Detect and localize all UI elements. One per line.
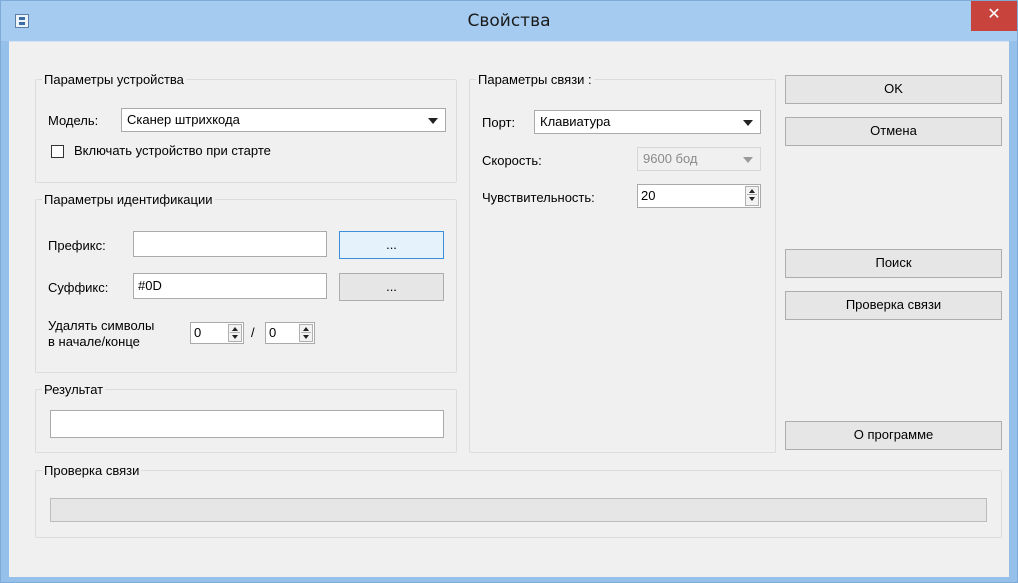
suffix-label: Суффикс:: [48, 280, 109, 295]
prefix-input[interactable]: [133, 231, 327, 257]
strip-start-spinner[interactable]: 0: [190, 322, 244, 344]
port-label: Порт:: [482, 115, 516, 130]
start-checkbox[interactable]: [51, 145, 64, 158]
chevron-down-icon: [743, 157, 753, 163]
about-button[interactable]: О программе: [785, 421, 1002, 450]
suffix-browse-button[interactable]: ...: [339, 273, 444, 301]
model-label: Модель:: [48, 113, 99, 128]
speed-value: 9600 бод: [643, 151, 698, 166]
search-button[interactable]: Поиск: [785, 249, 1002, 278]
sensitivity-spinner[interactable]: 20: [637, 184, 761, 208]
chevron-down-icon: [428, 118, 438, 124]
prefix-label: Префикс:: [48, 238, 106, 253]
cancel-button[interactable]: Отмена: [785, 117, 1002, 146]
speed-label: Скорость:: [482, 153, 542, 168]
check-group-label: Проверка связи: [42, 463, 142, 478]
check-progress-bar: [50, 498, 987, 522]
ok-button[interactable]: OK: [785, 75, 1002, 104]
spin-arrows-icon[interactable]: [299, 324, 313, 342]
device-group-label: Параметры устройства: [42, 72, 186, 87]
strip-separator: /: [251, 325, 255, 340]
model-value: Сканер штрихкода: [127, 112, 240, 127]
close-button[interactable]: ✕: [971, 1, 1017, 31]
strip-label-line2: в начале/конце: [48, 334, 140, 349]
sensitivity-value: 20: [641, 188, 656, 203]
chevron-down-icon: [743, 120, 753, 126]
spin-arrows-icon[interactable]: [228, 324, 242, 342]
sensitivity-label: Чувствительность:: [482, 190, 595, 205]
spin-arrows-icon[interactable]: [745, 186, 759, 206]
connection-group-label: Параметры связи :: [476, 72, 594, 87]
strip-start-value: 0: [194, 325, 202, 340]
port-select[interactable]: Клавиатура: [534, 110, 761, 134]
speed-select: 9600 бод: [637, 147, 761, 171]
port-value: Клавиатура: [540, 114, 611, 129]
check-connection-button[interactable]: Проверка связи: [785, 291, 1002, 320]
close-icon: ✕: [987, 6, 1001, 23]
suffix-input[interactable]: #0D: [133, 273, 327, 299]
strip-end-value: 0: [269, 325, 277, 340]
window-title: Свойства: [467, 11, 551, 31]
result-field[interactable]: [50, 410, 444, 438]
model-select[interactable]: Сканер штрихкода: [121, 108, 446, 132]
strip-label-line1: Удалять символы: [48, 318, 155, 333]
ident-group: Параметры идентификации Префикс: ... Суф…: [35, 192, 457, 373]
prefix-browse-button[interactable]: ...: [339, 231, 444, 259]
properties-window: Свойства ✕ Параметры устройства Модель: …: [0, 0, 1018, 583]
start-checkbox-label[interactable]: Включать устройство при старте: [74, 143, 271, 158]
ident-group-label: Параметры идентификации: [42, 192, 215, 207]
check-group: Проверка связи: [35, 463, 1002, 538]
device-group: Параметры устройства Модель: Сканер штри…: [35, 72, 457, 183]
title-bar[interactable]: Свойства ✕: [1, 1, 1017, 41]
dialog-client: Параметры устройства Модель: Сканер штри…: [9, 41, 1009, 577]
strip-end-spinner[interactable]: 0: [265, 322, 315, 344]
result-group: Результат: [35, 382, 457, 453]
connection-group: Параметры связи : Порт: Клавиатура Скоро…: [469, 72, 776, 453]
result-group-label: Результат: [42, 382, 106, 397]
